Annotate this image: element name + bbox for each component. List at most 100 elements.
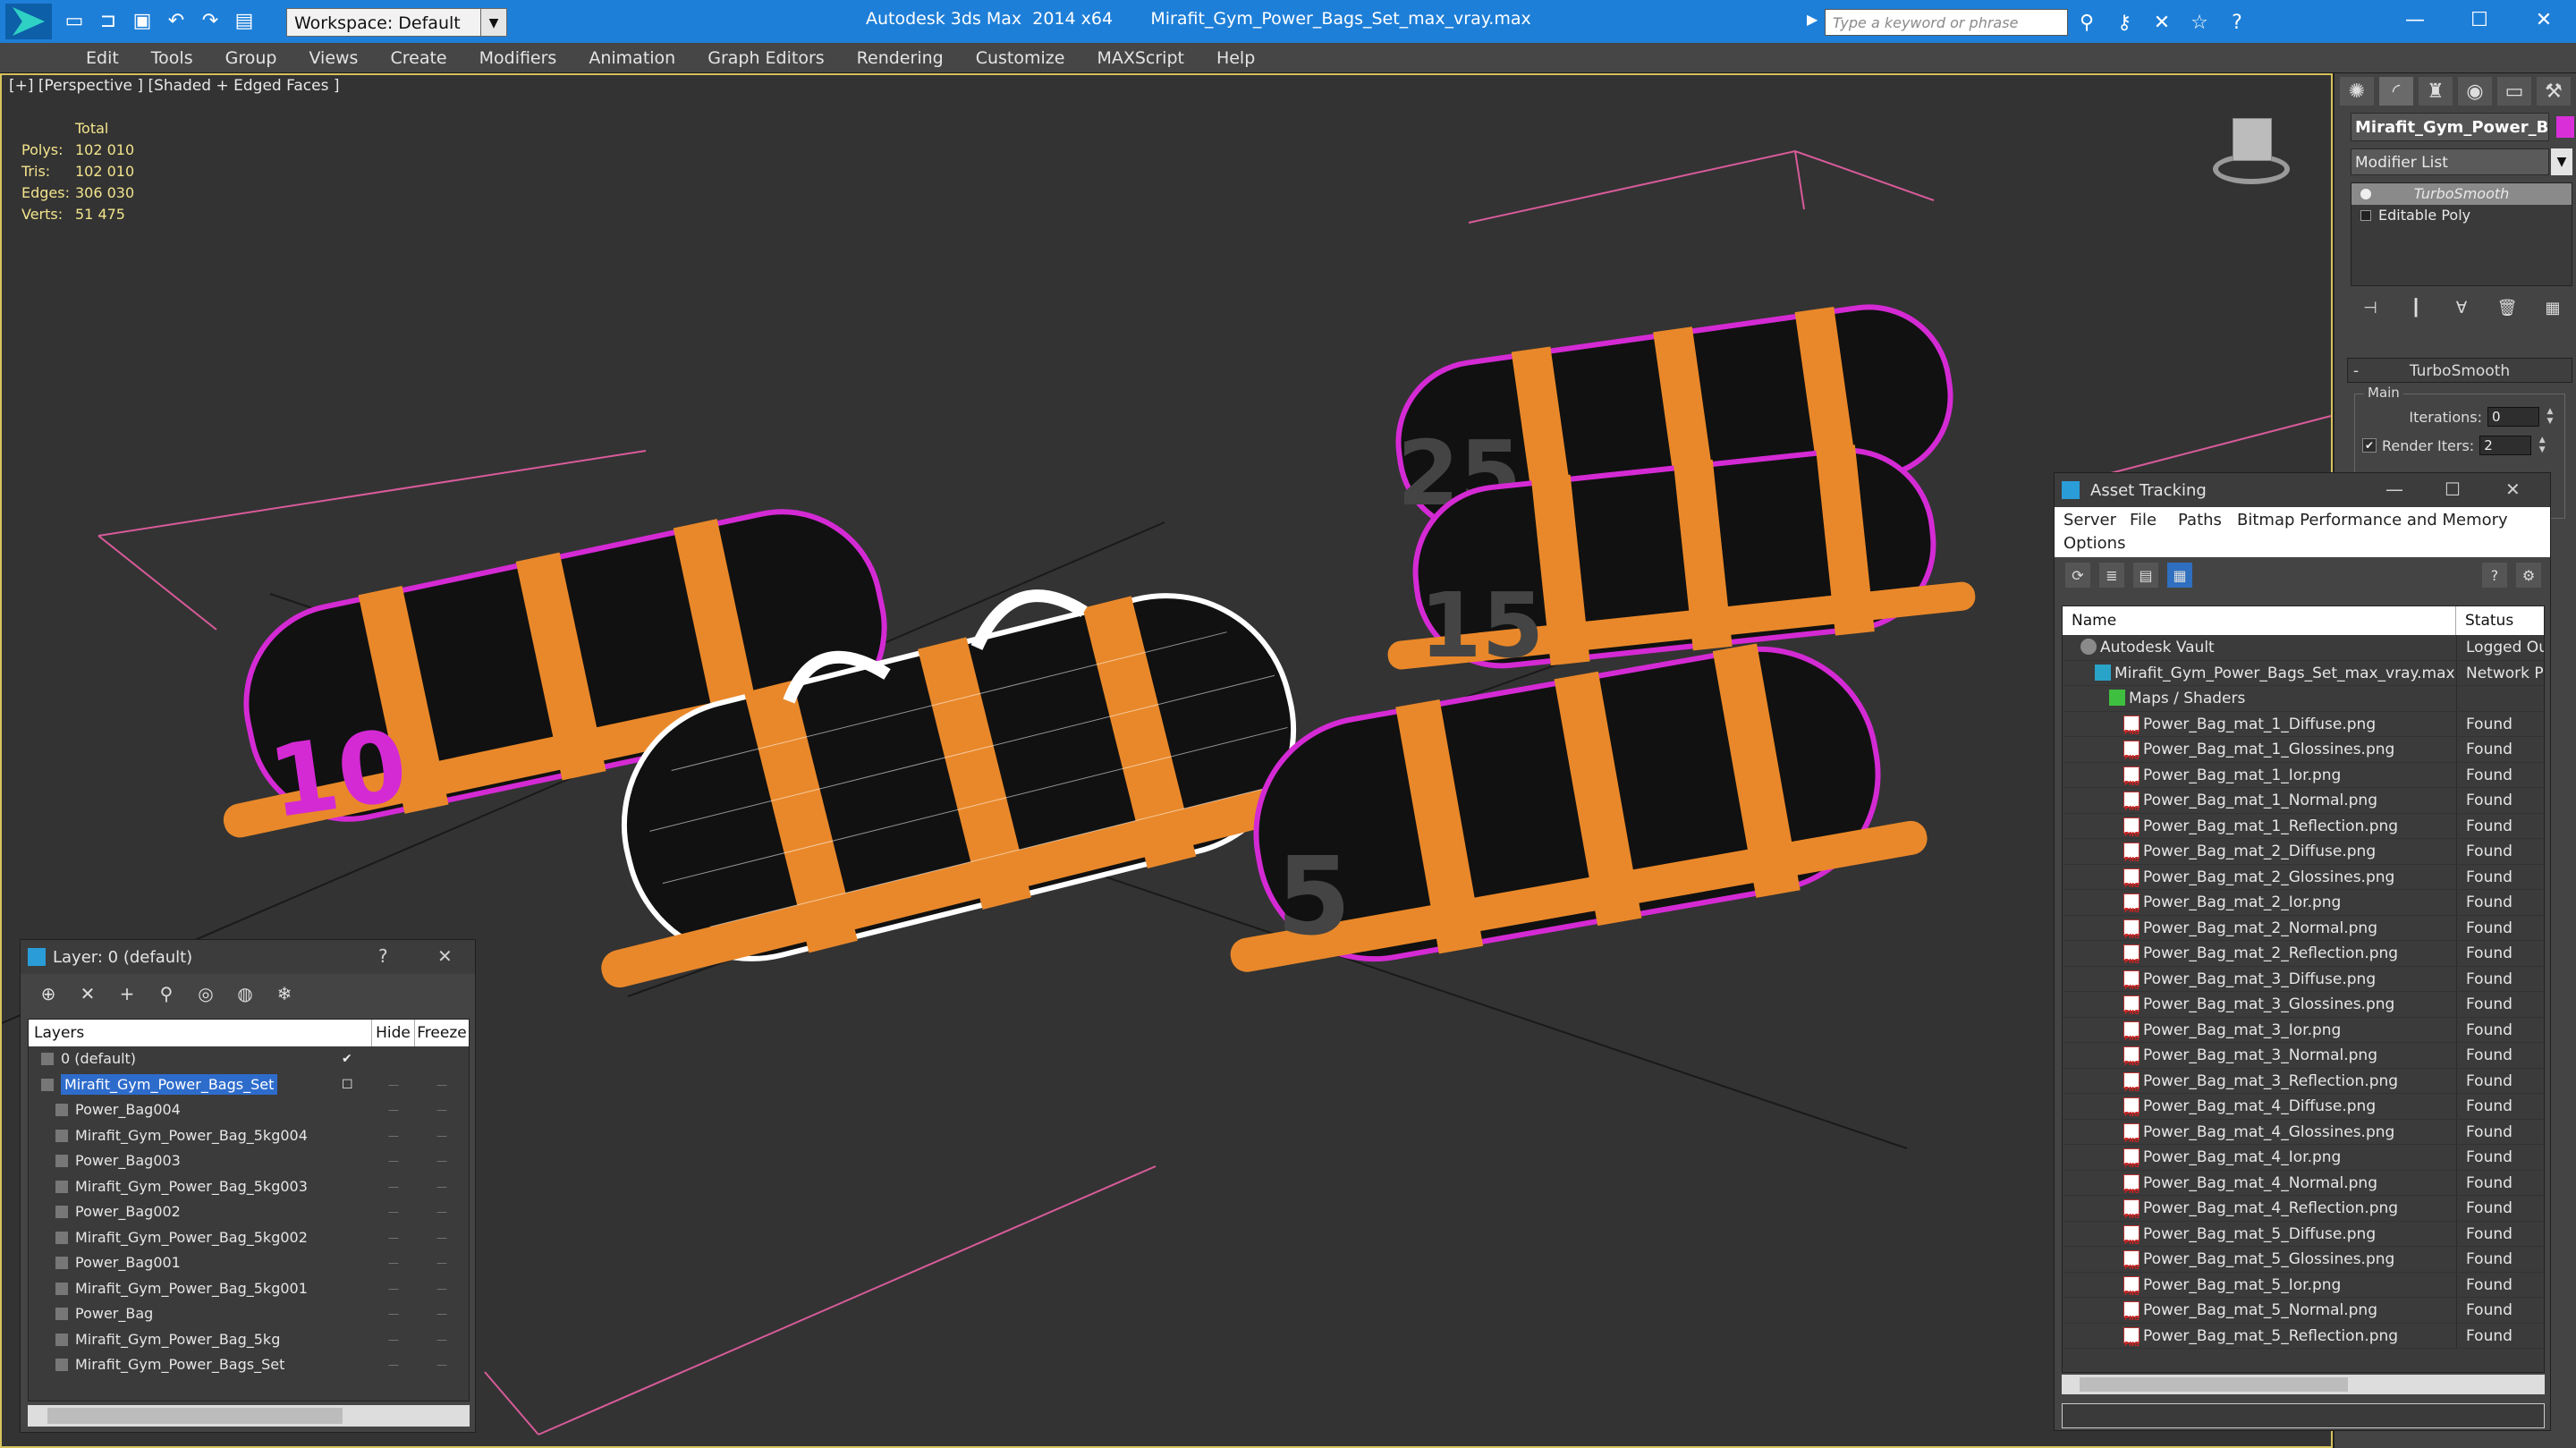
utilities-tab-icon[interactable]: ⚒ bbox=[2537, 77, 2571, 106]
scrollbar-thumb[interactable] bbox=[47, 1408, 343, 1424]
close-icon[interactable]: ✕ bbox=[437, 945, 453, 967]
search-expand-icon[interactable]: ▶ bbox=[1807, 11, 1823, 34]
motion-tab-icon[interactable]: ◉ bbox=[2458, 77, 2492, 106]
freeze-toggle[interactable]: — bbox=[415, 1123, 469, 1149]
list-view-icon[interactable]: ≣ bbox=[2099, 563, 2124, 588]
turbosmooth-rollout-header[interactable]: - TurboSmooth bbox=[2347, 358, 2572, 383]
lightbulb-icon[interactable] bbox=[2360, 189, 2371, 199]
key-icon[interactable]: ⚷ bbox=[2111, 9, 2138, 36]
render-iters-checkbox[interactable]: ✔ bbox=[2362, 438, 2377, 453]
freeze-toggle[interactable] bbox=[415, 1046, 469, 1072]
menu-animation[interactable]: Animation bbox=[572, 43, 691, 72]
layer-row[interactable]: Mirafit_Gym_Power_Bag_5kg — — bbox=[29, 1327, 469, 1353]
select-objects-icon[interactable]: ⚲ bbox=[153, 980, 180, 1007]
hide-toggle[interactable]: — bbox=[372, 1097, 415, 1123]
display-tab-icon[interactable]: ▭ bbox=[2497, 77, 2531, 106]
table-row[interactable]: Power_Bag_mat_3_Glossines.png Found bbox=[2063, 992, 2544, 1018]
freeze-toggle[interactable]: — bbox=[415, 1352, 469, 1378]
menu-maxscript[interactable]: MAXScript bbox=[1080, 43, 1200, 72]
undo-icon[interactable]: ↶ bbox=[163, 7, 190, 34]
viewcube-cube-icon[interactable] bbox=[2233, 118, 2272, 161]
binoculars-icon[interactable]: ⚲ bbox=[2073, 9, 2100, 36]
layer-row[interactable]: Mirafit_Gym_Power_Bag_5kg004 — — bbox=[29, 1123, 469, 1149]
create-layer-icon[interactable]: ⊕ bbox=[35, 980, 62, 1007]
freeze-toggle[interactable]: — bbox=[415, 1276, 469, 1302]
viewport-label-menu[interactable]: [+] [Perspective ] [Shaded + Edged Faces… bbox=[9, 77, 339, 95]
hierarchy-tab-icon[interactable]: ♜ bbox=[2419, 77, 2453, 106]
table-row[interactable]: Power_Bag_mat_1_Glossines.png Found bbox=[2063, 737, 2544, 763]
layer-row[interactable]: Power_Bag002 — — bbox=[29, 1199, 469, 1225]
current-layer-check-icon[interactable]: ✔ bbox=[342, 1052, 356, 1066]
layer-row[interactable]: Mirafit_Gym_Power_Bags_Set — — bbox=[29, 1352, 469, 1378]
help-icon[interactable]: ? bbox=[2224, 9, 2250, 36]
table-row[interactable]: Maps / Shaders bbox=[2063, 686, 2544, 712]
delete-layer-icon[interactable]: ✕ bbox=[74, 980, 101, 1007]
table-row[interactable]: Power_Bag_mat_3_Diffuse.png Found bbox=[2063, 966, 2544, 992]
minimize-icon[interactable]: — bbox=[2383, 0, 2447, 39]
open-file-icon[interactable]: ⊐ bbox=[95, 7, 122, 34]
table-row[interactable]: Power_Bag_mat_5_Normal.png Found bbox=[2063, 1298, 2544, 1324]
close-icon[interactable]: ✕ bbox=[2505, 478, 2521, 500]
project-folder-icon[interactable]: ▤ bbox=[231, 7, 258, 34]
refresh-icon[interactable]: ⟳ bbox=[2065, 563, 2090, 588]
workspace-dropdown[interactable]: Workspace: Default ▼ bbox=[286, 8, 507, 37]
table-row[interactable]: Power_Bag_mat_4_Ior.png Found bbox=[2063, 1145, 2544, 1171]
stack-item-turbosmooth[interactable]: TurboSmooth bbox=[2351, 183, 2572, 205]
hide-toggle[interactable]: — bbox=[372, 1301, 415, 1327]
modify-tab-icon[interactable]: ◜ bbox=[2379, 77, 2413, 106]
freeze-toggle[interactable]: — bbox=[415, 1199, 469, 1225]
column-status[interactable]: Status bbox=[2456, 606, 2544, 635]
table-row[interactable]: Power_Bag_mat_1_Diffuse.png Found bbox=[2063, 711, 2544, 737]
table-row[interactable]: Power_Bag_mat_3_Reflection.png Found bbox=[2063, 1068, 2544, 1094]
layer-row[interactable]: Power_Bag001 — — bbox=[29, 1250, 469, 1276]
freeze-toggle[interactable]: — bbox=[415, 1327, 469, 1353]
hide-toggle[interactable]: — bbox=[372, 1174, 415, 1200]
menu-bitmap-performance[interactable]: Bitmap Performance and Memory bbox=[2237, 511, 2508, 529]
table-row[interactable]: Power_Bag_mat_4_Glossines.png Found bbox=[2063, 1119, 2544, 1145]
iterations-spinner[interactable]: 0 bbox=[2487, 407, 2539, 427]
table-row[interactable]: Power_Bag_mat_2_Glossines.png Found bbox=[2063, 864, 2544, 890]
menu-file[interactable]: File bbox=[2130, 511, 2157, 529]
search-input[interactable]: Type a keyword or phrase bbox=[1825, 9, 2068, 36]
table-row[interactable]: Power_Bag_mat_5_Glossines.png Found bbox=[2063, 1247, 2544, 1273]
table-row[interactable]: Power_Bag_mat_2_Normal.png Found bbox=[2063, 915, 2544, 941]
menu-views[interactable]: Views bbox=[292, 43, 374, 72]
table-row[interactable]: Power_Bag_mat_5_Diffuse.png Found bbox=[2063, 1221, 2544, 1247]
hide-toggle[interactable]: — bbox=[372, 1352, 415, 1378]
hide-toggle[interactable] bbox=[372, 1046, 415, 1072]
asset-tracking-titlebar[interactable]: Asset Tracking — ☐ ✕ bbox=[2055, 473, 2550, 507]
maximize-icon[interactable]: ☐ bbox=[2447, 0, 2512, 39]
hide-toggle[interactable]: — bbox=[372, 1327, 415, 1353]
detail-view-icon[interactable]: ▤ bbox=[2133, 563, 2158, 588]
menu-tools[interactable]: Tools bbox=[135, 43, 209, 72]
save-icon[interactable]: ▣ bbox=[129, 7, 156, 34]
help-icon[interactable]: ? bbox=[378, 945, 388, 967]
viewcube[interactable] bbox=[2211, 118, 2292, 190]
expand-icon[interactable] bbox=[2360, 210, 2371, 221]
freeze-toggle[interactable]: — bbox=[415, 1225, 469, 1251]
table-row[interactable]: Power_Bag_mat_1_Normal.png Found bbox=[2063, 788, 2544, 814]
freeze-toggle[interactable]: — bbox=[415, 1148, 469, 1174]
make-unique-icon[interactable]: ∀ bbox=[2449, 295, 2474, 320]
menu-create[interactable]: Create bbox=[374, 43, 462, 72]
horizontal-scrollbar[interactable] bbox=[28, 1405, 470, 1427]
table-row[interactable]: Power_Bag_mat_4_Diffuse.png Found bbox=[2063, 1094, 2544, 1120]
layer-manager-titlebar[interactable]: Layer: 0 (default) ? ✕ bbox=[21, 940, 475, 974]
column-freeze[interactable]: Freeze bbox=[415, 1020, 469, 1046]
layer-row[interactable]: Power_Bag — — bbox=[29, 1301, 469, 1327]
spinner-arrows-icon[interactable]: ▲ ▼ bbox=[2545, 407, 2555, 427]
freeze-toggle[interactable]: — bbox=[415, 1072, 469, 1098]
hide-toggle[interactable]: — bbox=[372, 1250, 415, 1276]
menu-server[interactable]: Server bbox=[2063, 511, 2116, 529]
set-current-box-icon[interactable]: ☐ bbox=[342, 1078, 356, 1092]
help-icon[interactable]: ? bbox=[2482, 563, 2507, 588]
column-layers[interactable]: Layers bbox=[29, 1020, 372, 1046]
freeze-toggle[interactable]: — bbox=[415, 1301, 469, 1327]
table-row[interactable]: Power_Bag_mat_3_Ior.png Found bbox=[2063, 1017, 2544, 1043]
layer-row[interactable]: Mirafit_Gym_Power_Bags_Set ☐ — — bbox=[29, 1072, 469, 1098]
table-row[interactable]: Power_Bag_mat_5_Reflection.png Found bbox=[2063, 1323, 2544, 1349]
hide-toggle[interactable]: — bbox=[372, 1225, 415, 1251]
table-row[interactable]: Power_Bag_mat_1_Ior.png Found bbox=[2063, 762, 2544, 788]
layer-row[interactable]: 0 (default) ✔ bbox=[29, 1046, 469, 1072]
table-row[interactable]: Mirafit_Gym_Power_Bags_Set_max_vray.max N… bbox=[2063, 660, 2544, 686]
